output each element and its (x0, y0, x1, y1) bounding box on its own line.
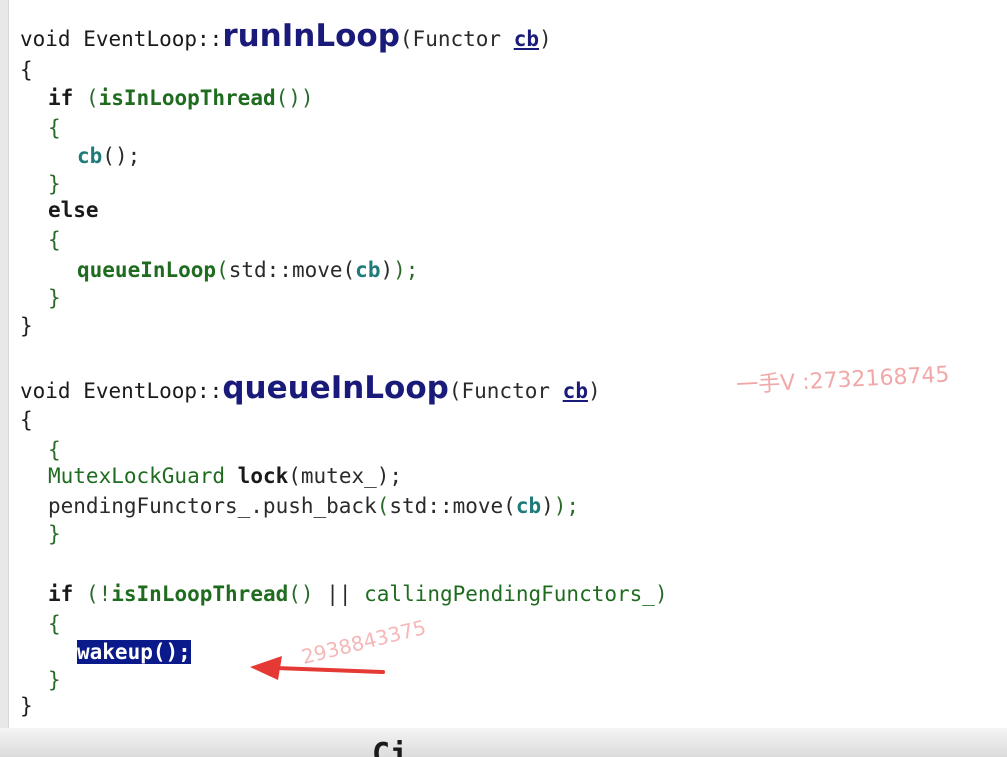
class-prefix: EventLoop:: (83, 27, 223, 51)
paren: () (288, 582, 314, 606)
cb-identifier: cb (355, 258, 381, 282)
brace: { (48, 116, 61, 140)
cb-call: cb(); (77, 142, 140, 170)
brace: } (48, 668, 61, 692)
brace: { (20, 58, 33, 82)
cb-identifier: cb (77, 144, 103, 168)
param-type: Functor (461, 379, 551, 403)
bottom-bar (0, 728, 1007, 757)
if-statement: if (isInLoopThread()) (48, 84, 314, 112)
call-queueinloop: queueInLoop (77, 258, 217, 282)
lock-guard-line: MutexLockGuard lock(mutex_); (48, 462, 402, 490)
brace: { (20, 408, 33, 432)
wakeup-line: wakeup(); (77, 638, 191, 666)
paren: ) (380, 258, 394, 282)
call-isinloopthread: isInLoopThread (98, 86, 276, 110)
paren: ( (216, 258, 229, 282)
paren: ( (399, 27, 413, 51)
brace: } (20, 314, 33, 338)
call-isinloopthread: isInLoopThread (111, 582, 289, 606)
function-name[interactable]: queueInLoop (222, 370, 449, 406)
calling-pending-functors: callingPendingFunctors_ (364, 582, 655, 606)
std-move: std::move( (389, 494, 516, 518)
brace: { (48, 438, 61, 462)
red-arrow-annotation (250, 656, 385, 680)
guard-var: lock (237, 464, 289, 488)
if-keyword: if (48, 86, 74, 110)
if-keyword: if (48, 582, 74, 606)
paren: () (275, 86, 301, 110)
brace: { (48, 612, 61, 636)
class-prefix: EventLoop:: (83, 379, 223, 403)
brace: } (20, 694, 33, 718)
brace: } (48, 286, 61, 310)
wakeup-call-selected[interactable]: wakeup(); (77, 640, 191, 664)
void-keyword: void (20, 379, 71, 403)
paren: ); (553, 494, 580, 518)
editor-gutter (0, 0, 9, 757)
function-name[interactable]: runInLoop (222, 18, 400, 54)
std-move: std::move( (228, 258, 356, 282)
paren: (! (85, 582, 112, 606)
paren: ) (587, 379, 601, 403)
paren: ) (300, 86, 314, 110)
bottom-fragment-text: Ci (372, 740, 408, 757)
param-name: cb (562, 379, 588, 403)
void-keyword: void (20, 27, 71, 51)
func1-signature: void EventLoop::runInLoop(Functor cb) (20, 21, 552, 52)
paren: ) (541, 494, 554, 518)
func2-signature: void EventLoop::queueInLoop(Functor cb) (20, 373, 601, 404)
queue-call: queueInLoop(std::move(cb)); (77, 256, 418, 284)
guard-args: (mutex_); (288, 464, 403, 488)
brace: } (48, 522, 61, 546)
paren: ); (393, 258, 419, 282)
param-name: cb (513, 27, 540, 51)
push-back-call: pendingFunctors_.push_back (48, 494, 377, 518)
paren: ( (85, 86, 99, 110)
push-back-line: pendingFunctors_.push_back(std::move(cb)… (48, 492, 579, 520)
else-keyword: else (48, 198, 99, 222)
cb-identifier: cb (515, 494, 542, 518)
param-type: Functor (412, 27, 502, 51)
paren: ( (376, 494, 390, 518)
call-suffix: (); (102, 144, 141, 168)
if-statement: if (!isInLoopThread() || callingPendingF… (48, 580, 668, 608)
brace: } (48, 172, 61, 196)
else-keyword-line: else (48, 196, 99, 224)
paren: ) (654, 582, 668, 606)
paren: ) (539, 27, 552, 51)
paren: ( (448, 379, 462, 403)
guard-type: MutexLockGuard (48, 464, 226, 488)
or-operator: || (313, 582, 365, 606)
watermark-top: 一手V :2732168745 (735, 362, 951, 399)
brace: { (48, 228, 61, 252)
